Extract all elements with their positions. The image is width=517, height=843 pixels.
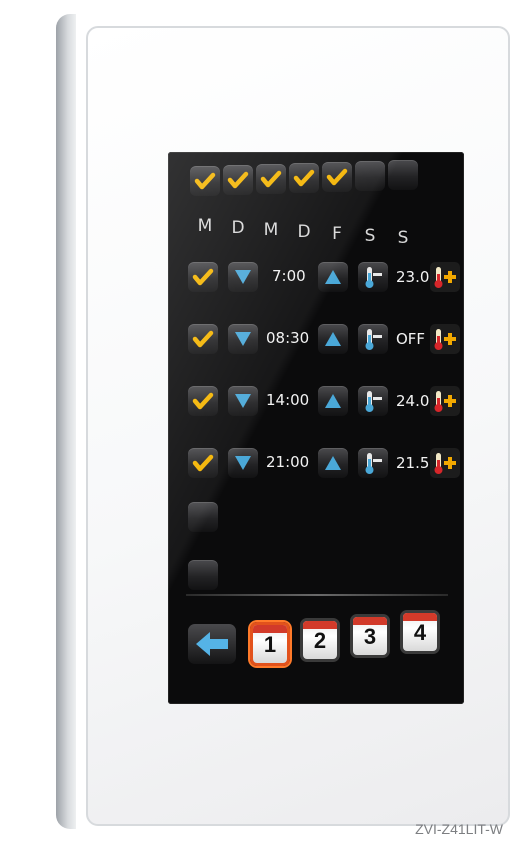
schedule-enable-checkbox[interactable] — [188, 448, 218, 478]
checkmark-icon — [326, 168, 348, 186]
thermometer-minus-icon — [365, 453, 382, 474]
arrow-down-icon — [235, 332, 251, 346]
day-checkbox-5[interactable] — [322, 162, 352, 192]
empty-schedule-slot[interactable] — [188, 502, 218, 532]
arrow-left-icon — [188, 624, 236, 664]
empty-schedule-slot[interactable] — [188, 560, 218, 590]
divider — [186, 594, 448, 596]
thermometer-minus-icon — [365, 267, 382, 288]
day-checkbox-7[interactable] — [388, 160, 418, 190]
touch-screen: MDMDFSS 7:00 23.0 08:30 OFF 14:00 24.0 21:00 21… — [168, 152, 464, 704]
time-increase-button[interactable] — [318, 324, 348, 354]
schedule-temperature: 23.0 — [396, 268, 430, 286]
back-button[interactable] — [188, 624, 236, 664]
arrow-up-icon — [325, 270, 341, 284]
day-label: M — [197, 216, 213, 236]
arrow-down-icon — [235, 394, 251, 408]
program-number: 4 — [413, 620, 427, 645]
temperature-increase-button[interactable] — [430, 262, 460, 292]
checkmark-icon — [260, 170, 282, 188]
day-checkbox-6[interactable] — [355, 161, 385, 191]
program-button-1[interactable]: 1 — [250, 622, 290, 666]
checkmark-icon — [192, 392, 214, 410]
schedule-time: 7:00 — [272, 267, 306, 285]
arrow-up-icon — [325, 394, 341, 408]
program-number: 2 — [313, 628, 327, 653]
thermometer-minus-icon — [365, 329, 382, 350]
thermometer-minus-icon — [365, 391, 382, 412]
program-number: 3 — [363, 624, 377, 649]
temperature-decrease-button[interactable] — [358, 448, 388, 478]
device-frame-edge — [56, 14, 76, 829]
program-button-2[interactable]: 2 — [300, 618, 340, 662]
temperature-decrease-button[interactable] — [358, 262, 388, 292]
temperature-increase-button[interactable] — [430, 448, 460, 478]
day-label: S — [397, 228, 409, 248]
day-label: D — [297, 222, 311, 242]
time-increase-button[interactable] — [318, 262, 348, 292]
time-decrease-button[interactable] — [228, 386, 258, 416]
schedule-time: 14:00 — [266, 391, 310, 409]
time-increase-button[interactable] — [318, 448, 348, 478]
day-checkbox-2[interactable] — [223, 165, 253, 195]
temperature-decrease-button[interactable] — [358, 324, 388, 354]
time-decrease-button[interactable] — [228, 448, 258, 478]
checkmark-icon — [192, 268, 214, 286]
day-label: M — [263, 220, 279, 240]
schedule-time: 21:00 — [266, 453, 310, 471]
time-decrease-button[interactable] — [228, 262, 258, 292]
day-label: F — [332, 224, 342, 244]
program-button-3[interactable]: 3 — [350, 614, 390, 658]
checkmark-icon — [194, 172, 216, 190]
product-code: ZVI-Z41LIT-W — [415, 821, 503, 837]
day-checkbox-3[interactable] — [256, 164, 286, 194]
day-label: S — [364, 226, 376, 246]
day-checkbox-4[interactable] — [289, 163, 319, 193]
day-checkbox-1[interactable] — [190, 166, 220, 196]
schedule-temperature: 24.0 — [396, 392, 430, 410]
schedule-time: 08:30 — [266, 329, 310, 347]
program-button-4[interactable]: 4 — [400, 610, 440, 654]
thermometer-plus-icon — [430, 324, 460, 354]
time-decrease-button[interactable] — [228, 324, 258, 354]
schedule-enable-checkbox[interactable] — [188, 386, 218, 416]
day-label: D — [231, 218, 245, 238]
schedule-enable-checkbox[interactable] — [188, 324, 218, 354]
temperature-increase-button[interactable] — [430, 386, 460, 416]
arrow-up-icon — [325, 456, 341, 470]
program-number: 1 — [263, 632, 277, 657]
arrow-up-icon — [325, 332, 341, 346]
checkmark-icon — [192, 454, 214, 472]
time-increase-button[interactable] — [318, 386, 348, 416]
arrow-down-icon — [235, 270, 251, 284]
checkmark-icon — [227, 171, 249, 189]
schedule-enable-checkbox[interactable] — [188, 262, 218, 292]
checkmark-icon — [192, 330, 214, 348]
checkmark-icon — [293, 169, 315, 187]
thermometer-plus-icon — [430, 386, 460, 416]
arrow-down-icon — [235, 456, 251, 470]
schedule-temperature: 21.5 — [396, 454, 430, 472]
thermometer-plus-icon — [430, 262, 460, 292]
temperature-increase-button[interactable] — [430, 324, 460, 354]
temperature-decrease-button[interactable] — [358, 386, 388, 416]
schedule-temperature: OFF — [396, 330, 426, 348]
thermometer-plus-icon — [430, 448, 460, 478]
